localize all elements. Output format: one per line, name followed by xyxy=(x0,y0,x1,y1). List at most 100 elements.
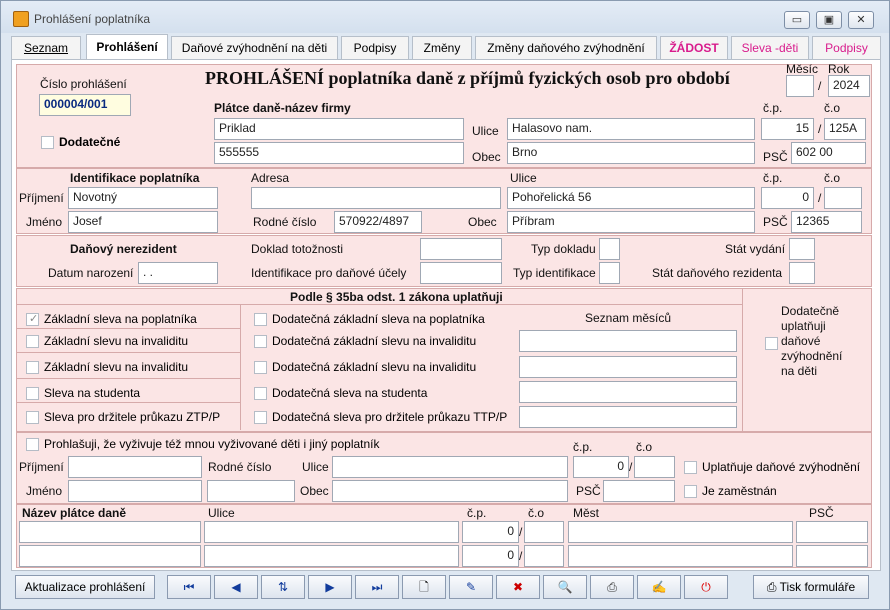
stat-vydani-label: Stát vydání xyxy=(725,242,786,256)
doklad-field[interactable] xyxy=(420,238,502,260)
p2-psc-field-1[interactable] xyxy=(796,521,868,543)
id-ulice-field[interactable]: Pohořelická 56 xyxy=(507,187,755,209)
druhy-co-label: č.o xyxy=(636,440,653,454)
p2-slash-1: / xyxy=(519,525,523,539)
seznam-mesicu-label: Seznam měsíců xyxy=(585,311,672,325)
print-icon[interactable]: ⎙ xyxy=(590,575,634,599)
typ-dokladu-field[interactable] xyxy=(599,238,620,260)
p2-cp-field-2[interactable]: 0 xyxy=(462,545,519,567)
id-slash: / xyxy=(818,191,822,205)
close-button[interactable]: ✕ xyxy=(848,11,874,29)
tab-seznam[interactable]: Seznam xyxy=(11,36,81,60)
jmeno-field[interactable]: Josef xyxy=(68,211,218,233)
dod-zvyhodneni-checkbox[interactable] xyxy=(765,337,778,350)
tab-podpisy[interactable]: Podpisy xyxy=(341,36,409,60)
platce-cp-label: č.p. xyxy=(763,101,783,115)
platce-co-label: č.o xyxy=(824,101,841,115)
next-record-icon[interactable]: ▶ xyxy=(308,575,352,599)
rok-field[interactable]: 2024 xyxy=(828,75,870,97)
druhy-cp-field[interactable]: 0 xyxy=(573,456,629,478)
id-cp-field[interactable]: 0 xyxy=(761,187,814,209)
druhy-psc-field[interactable] xyxy=(603,480,675,502)
minimize-button[interactable]: ▭ xyxy=(784,11,810,29)
p2-co-field-1[interactable] xyxy=(524,521,564,543)
cislo-field[interactable]: 000004/001 xyxy=(39,94,131,116)
p2-slash-2: / xyxy=(519,549,523,563)
mesice-field-3[interactable] xyxy=(519,381,737,403)
tisk-button[interactable]: ⎙ Tisk formuláře xyxy=(753,575,869,599)
mesic-field[interactable] xyxy=(786,75,814,97)
platce-psc-field[interactable]: 602 00 xyxy=(791,142,866,164)
p2-mest-field-2[interactable] xyxy=(568,545,793,567)
stat-vydani-field[interactable] xyxy=(789,238,815,260)
platce-cp-field[interactable]: 15 xyxy=(761,118,814,140)
tab-sleva-deti[interactable]: Sleva -děti xyxy=(731,36,809,60)
stat-rez-field[interactable] xyxy=(789,262,815,284)
power-icon[interactable]: ⏻ xyxy=(684,575,728,599)
druhy-rc-field[interactable] xyxy=(207,480,295,502)
edit-form-icon[interactable]: ✍ xyxy=(637,575,681,599)
rc-label: Rodné číslo xyxy=(253,215,317,229)
id-co-field[interactable] xyxy=(824,187,862,209)
tab-danove-zvyhodneni[interactable]: Daňové zvýhodnění na děti xyxy=(171,36,338,60)
p2-nazev-field-1[interactable] xyxy=(19,521,201,543)
delete-record-icon[interactable]: ✖ xyxy=(496,575,540,599)
adresa-label: Adresa xyxy=(251,171,290,185)
p2-ulice-field-2[interactable] xyxy=(204,545,459,567)
druhy-ulice-label: Ulice xyxy=(302,460,329,474)
id-obec-field[interactable]: Příbram xyxy=(507,211,755,233)
tab-prohlaseni[interactable]: Prohlášení xyxy=(86,34,168,60)
typ-id-label: Typ identifikace xyxy=(513,266,596,280)
prijmeni-label: Příjmení xyxy=(19,191,64,205)
mesice-field-1[interactable] xyxy=(519,330,737,352)
p2-ulice-field-1[interactable] xyxy=(204,521,459,543)
tab-zadost[interactable]: ŽÁDOST xyxy=(660,36,728,60)
cislo-label: Číslo prohlášení xyxy=(40,77,127,91)
p2-mest-field-1[interactable] xyxy=(568,521,793,543)
id-psc-field[interactable]: 12365 xyxy=(791,211,862,233)
druhy-obec-field[interactable] xyxy=(332,480,568,502)
sort-icon[interactable]: ⇅ xyxy=(261,575,305,599)
p2-co-field-2[interactable] xyxy=(524,545,564,567)
identifikace-heading: Identifikace poplatníka xyxy=(70,171,200,185)
jmeno-label: Jméno xyxy=(26,215,63,229)
prev-record-icon[interactable]: ◀ xyxy=(214,575,258,599)
druhy-rc-label: Rodné číslo xyxy=(208,460,272,474)
typ-id-field[interactable] xyxy=(599,262,620,284)
druhy-ulice-field[interactable] xyxy=(332,456,568,478)
platce-ulice-label: Ulice xyxy=(472,124,499,138)
p2-nazev-field-2[interactable] xyxy=(19,545,201,567)
idfu-label: Identifikace pro daňové účely xyxy=(251,266,407,280)
id-cp-label: č.p. xyxy=(763,171,783,185)
druhy-co-field[interactable] xyxy=(634,456,675,478)
datum-field[interactable]: . . xyxy=(138,262,218,284)
mesice-field-2[interactable] xyxy=(519,356,737,378)
prijmeni-field[interactable]: Novotný xyxy=(68,187,218,209)
platce-name1-field[interactable]: Priklad xyxy=(214,118,464,140)
first-record-icon[interactable]: ⏮ xyxy=(167,575,211,599)
adresa-field[interactable] xyxy=(251,187,501,209)
platce-slash: / xyxy=(818,122,822,136)
rc-field[interactable]: 570922/4897 xyxy=(334,211,422,233)
platce-co-field[interactable]: 125A xyxy=(824,118,866,140)
p2-psc-field-2[interactable] xyxy=(796,545,868,567)
druhy-obec-label: Obec xyxy=(300,484,329,498)
new-record-icon[interactable]: 🗋 xyxy=(402,575,446,599)
edit-record-icon[interactable]: ✎ xyxy=(449,575,493,599)
tab-zmeny[interactable]: Změny xyxy=(412,36,472,60)
platce-ulice-field[interactable]: Halasovo nam. xyxy=(507,118,755,140)
platce-name2-field[interactable]: 555555 xyxy=(214,142,464,164)
aktualizace-button[interactable]: Aktualizace prohlášení xyxy=(15,575,155,599)
find-record-icon[interactable]: 🔍 xyxy=(543,575,587,599)
idfu-field[interactable] xyxy=(420,262,502,284)
tab-zmeny-zvyhodneni[interactable]: Změny daňového zvýhodnění xyxy=(475,36,657,60)
druhy-prijmeni-field[interactable] xyxy=(68,456,202,478)
mesice-field-4[interactable] xyxy=(519,406,737,428)
maximize-button[interactable]: ▣ xyxy=(816,11,842,29)
tab-podpisy-2[interactable]: Podpisy xyxy=(812,36,881,60)
last-record-icon[interactable]: ⏭ xyxy=(355,575,399,599)
p2-psc-label: PSČ xyxy=(809,506,834,520)
platce-obec-field[interactable]: Brno xyxy=(507,142,755,164)
druhy-jmeno-field[interactable] xyxy=(68,480,202,502)
p2-cp-field-1[interactable]: 0 xyxy=(462,521,519,543)
